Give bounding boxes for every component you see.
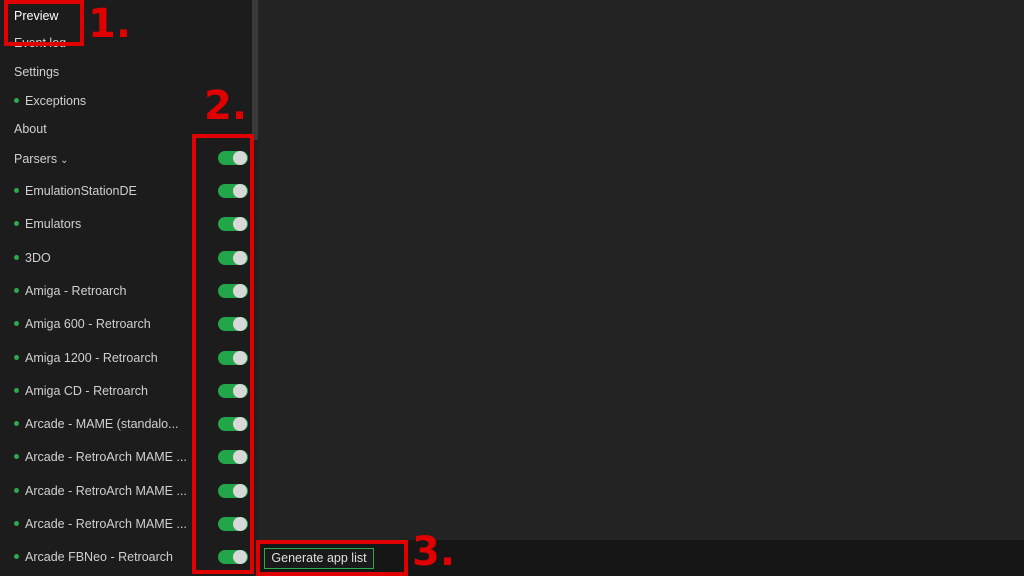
parser-label[interactable]: 3DO <box>14 250 190 266</box>
parser-label-text: Arcade - RetroArch MAME ... <box>25 484 187 498</box>
nav-settings[interactable]: Settings <box>14 64 59 80</box>
main-preview-area <box>258 0 1024 540</box>
status-dot-icon <box>14 554 19 560</box>
parser-label-text: EmulationStationDE <box>25 184 137 198</box>
nav-exceptions[interactable]: Exceptions <box>14 93 86 109</box>
status-dot-icon <box>14 521 19 527</box>
parser-label-text: Emulators <box>25 217 82 231</box>
nav-exceptions-label: Exceptions <box>25 94 87 108</box>
annotation-number-2: 2. <box>204 83 248 129</box>
status-dot-icon <box>14 321 19 327</box>
parser-label[interactable]: Amiga CD - Retroarch <box>14 383 190 399</box>
parser-label-text: Amiga 600 - Retroarch <box>25 317 151 331</box>
annotation-box-1 <box>4 0 84 46</box>
parser-label-text: Amiga - Retroarch <box>25 284 127 298</box>
parser-label[interactable]: Amiga 1200 - Retroarch <box>14 350 190 366</box>
parser-label-text: Arcade FBNeo - Retroarch <box>25 550 173 564</box>
parser-label[interactable]: Arcade FBNeo - Retroarch <box>14 549 190 565</box>
annotation-number-3: 3. <box>412 529 456 575</box>
status-dot-icon <box>14 255 19 261</box>
status-dot-icon <box>14 98 19 104</box>
parser-label-text: Amiga 1200 - Retroarch <box>25 351 158 365</box>
parser-label-text: Arcade - RetroArch MAME ... <box>25 450 187 464</box>
annotation-box-2 <box>192 134 254 574</box>
status-dot-icon <box>14 355 19 361</box>
parser-label[interactable]: Amiga 600 - Retroarch <box>14 316 190 332</box>
parser-label[interactable]: Arcade - RetroArch MAME ... <box>14 449 190 465</box>
status-dot-icon <box>14 288 19 294</box>
status-dot-icon <box>14 454 19 460</box>
status-dot-icon <box>14 488 19 494</box>
status-dot-icon <box>14 388 19 394</box>
annotation-box-3 <box>256 540 408 576</box>
parser-label-text: 3DO <box>25 251 51 265</box>
status-dot-icon <box>14 421 19 427</box>
parser-label[interactable]: Amiga - Retroarch <box>14 283 190 299</box>
parser-label[interactable]: Emulators <box>14 216 190 232</box>
status-dot-icon <box>14 188 19 194</box>
nav-about[interactable]: About <box>14 121 47 137</box>
parser-label[interactable]: Arcade - RetroArch MAME ... <box>14 483 190 499</box>
parser-label-text: Amiga CD - Retroarch <box>25 384 148 398</box>
annotation-number-1: 1. <box>88 1 132 47</box>
status-dot-icon <box>14 221 19 227</box>
parser-label[interactable]: Arcade - RetroArch MAME ... <box>14 516 190 532</box>
parser-label-text: Arcade - MAME (standalo... <box>25 417 179 431</box>
parser-label[interactable]: EmulationStationDE <box>14 183 190 199</box>
parser-label[interactable]: Arcade - MAME (standalo... <box>14 416 190 432</box>
parser-label-text: Arcade - RetroArch MAME ... <box>25 517 187 531</box>
